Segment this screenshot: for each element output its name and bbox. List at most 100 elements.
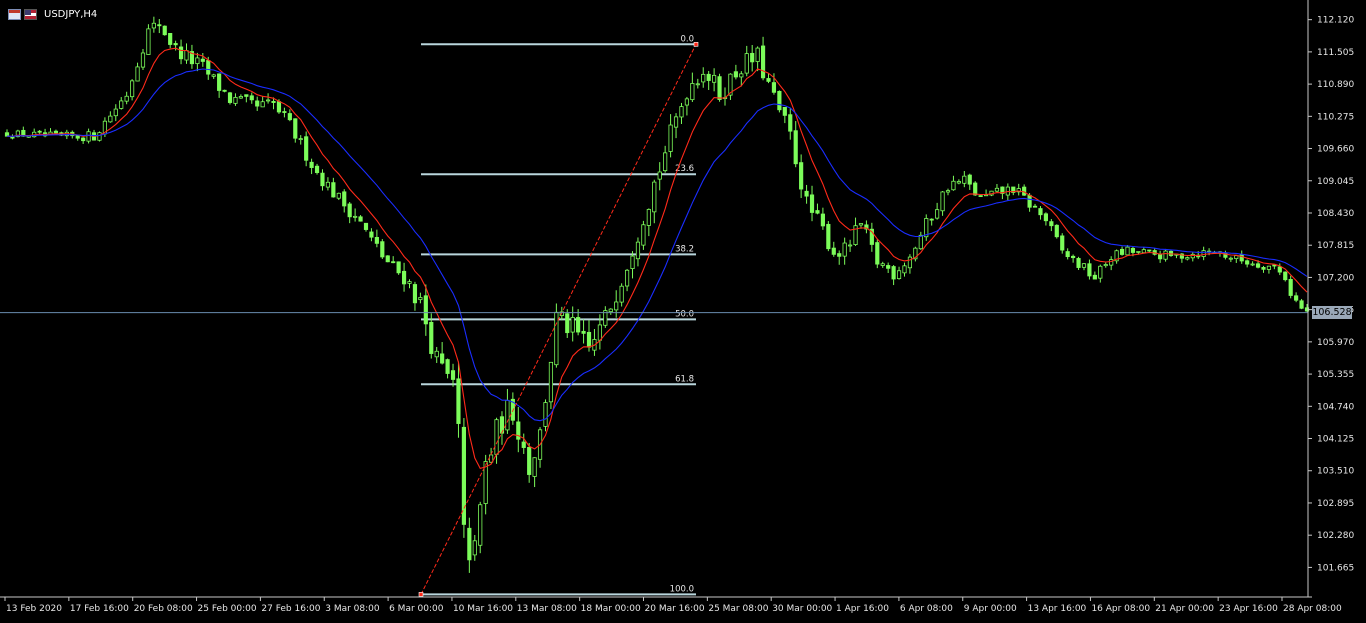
candle-body: [1185, 257, 1190, 260]
time-tick-label: 18 Mar 00:00: [581, 604, 641, 614]
candle-body: [1266, 265, 1272, 270]
candle-body: [978, 195, 983, 197]
time-tick-label: 23 Apr 16:00: [1219, 604, 1278, 614]
candle-body: [456, 378, 461, 424]
candle-body: [358, 216, 363, 222]
candle-body: [1087, 263, 1092, 277]
candle-body: [429, 321, 434, 354]
candle-body: [880, 263, 885, 266]
candle-body: [565, 313, 570, 334]
candle: [478, 501, 483, 554]
candle-body: [113, 108, 118, 117]
candle-body: [1076, 258, 1081, 268]
candle-body: [53, 130, 59, 134]
candle-body: [614, 301, 619, 311]
candle-body: [369, 231, 374, 238]
candle-body: [336, 192, 341, 199]
calendar-icon[interactable]: [8, 8, 21, 20]
candle-body: [831, 247, 836, 255]
chart-header: USDJPY,H4: [8, 7, 97, 21]
candle: [875, 239, 880, 269]
candle-body: [1272, 264, 1277, 267]
candle-body: [342, 191, 347, 207]
time-tick-label: 28 Apr 08:00: [1283, 604, 1342, 614]
candle-body: [309, 161, 314, 168]
candle-body: [684, 98, 690, 106]
time-tick-label: 9 Apr 00:00: [964, 604, 1017, 614]
candle-body: [233, 96, 238, 104]
candle: [385, 255, 390, 263]
candle-body: [820, 213, 825, 227]
candle-body: [706, 73, 711, 81]
time-tick-label: 27 Feb 16:00: [261, 604, 320, 614]
price-chart[interactable]: 0.023.638.250.061.8100.0 112.120111.5051…: [0, 0, 1366, 619]
candle-body: [771, 82, 777, 93]
fibonacci-anchor-point: [693, 41, 699, 47]
candle-body: [1141, 249, 1146, 254]
candle-body: [1098, 265, 1103, 279]
candle-body: [353, 215, 358, 218]
candle-body: [108, 115, 113, 123]
candle-body: [652, 181, 657, 213]
price-tick-label: 105.970: [1317, 338, 1354, 348]
candle-body: [945, 190, 951, 193]
candle-body: [1032, 205, 1038, 208]
candle-body: [494, 419, 499, 455]
candle: [548, 361, 554, 409]
candle-body: [200, 58, 205, 62]
candle-body: [407, 281, 412, 284]
candle-body: [858, 223, 864, 226]
chart-window[interactable]: 0.0 23.6 38.2 50.0 61.8 100.0 112.120 111.505 1…: [0, 0, 1366, 619]
candle-body: [331, 182, 336, 198]
candle-body: [445, 359, 450, 374]
candle-body: [1294, 295, 1299, 301]
candle: [543, 399, 548, 432]
candle-body: [935, 209, 940, 219]
candle: [1299, 298, 1304, 310]
time-tick-label: 13 Mar 08:00: [517, 604, 577, 614]
time-tick-label: 20 Feb 08:00: [134, 604, 193, 614]
candle-body: [276, 101, 282, 113]
candle-body: [151, 22, 156, 29]
candle-body: [304, 136, 309, 161]
candle-body: [608, 308, 613, 313]
candle: [146, 24, 151, 55]
candle-body: [1125, 246, 1130, 256]
candle-body: [848, 244, 853, 247]
candle-body: [124, 95, 129, 102]
price-tick-label: 103.510: [1317, 467, 1354, 477]
time-tick-label: 6 Apr 08:00: [900, 604, 953, 614]
candle-body: [217, 73, 222, 91]
candle: [1283, 271, 1288, 282]
time-tick-label: 25 Mar 08:00: [708, 604, 768, 614]
candle-body: [837, 253, 842, 257]
candle-body: [1027, 194, 1032, 208]
candle-body: [135, 66, 140, 82]
candle-body: [440, 353, 445, 364]
candle-body: [570, 317, 575, 333]
price-tick-label: 102.280: [1317, 531, 1354, 541]
candle-body: [293, 118, 298, 139]
candle-body: [967, 174, 972, 185]
candle-body: [1158, 254, 1163, 260]
candle: [461, 418, 466, 538]
candle-body: [918, 234, 923, 250]
candle-body: [1163, 250, 1168, 260]
candle-body: [641, 224, 646, 246]
candle-body: [1234, 255, 1239, 259]
candle-body: [1250, 263, 1255, 266]
candle-body: [956, 181, 961, 184]
candle-body: [891, 266, 896, 280]
candle-body: [374, 237, 379, 244]
time-tick-label: 6 Mar 00:00: [389, 604, 444, 614]
candle-body: [717, 76, 722, 100]
candle-body: [793, 130, 798, 165]
candle-body: [140, 52, 146, 68]
candle-body: [576, 317, 581, 333]
candle-body: [249, 95, 254, 101]
candle-body: [875, 242, 880, 265]
candle-body: [1119, 248, 1125, 255]
candle-body: [1147, 249, 1152, 252]
candle-body: [146, 28, 151, 55]
fibonacci-level-label: 0.0: [680, 34, 694, 44]
